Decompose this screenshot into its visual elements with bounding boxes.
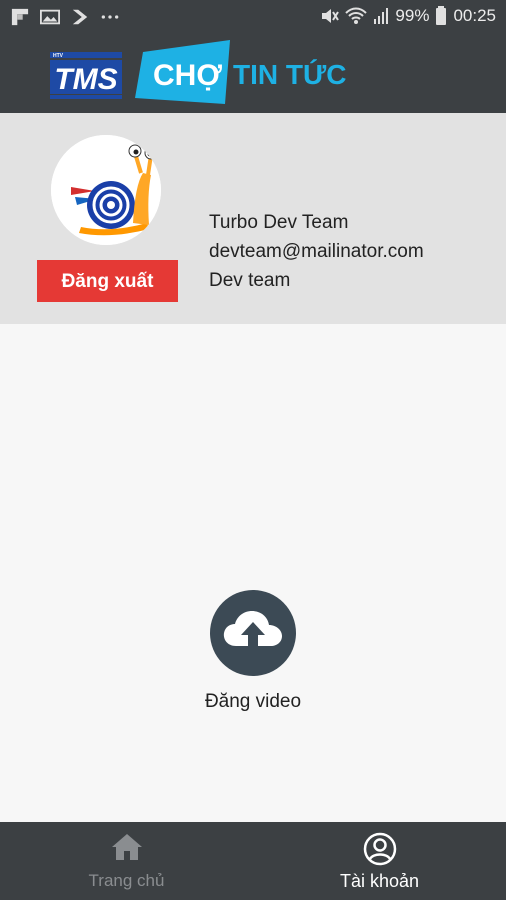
gallery-icon	[40, 9, 60, 25]
upload-circle[interactable]	[210, 590, 296, 676]
svg-text:TIN TỨC: TIN TỨC	[233, 59, 346, 90]
svg-text:CHỢ: CHỢ	[153, 59, 222, 92]
upload-video-label: Đăng video	[204, 691, 302, 712]
svg-text:HTV: HTV	[53, 53, 64, 59]
wifi-icon	[345, 7, 368, 24]
user-email: devteam@mailinator.com	[209, 241, 424, 262]
nav-account-label: Tài khoản	[339, 871, 420, 891]
flipboard-icon	[11, 8, 29, 26]
user-avatar[interactable]	[51, 135, 161, 245]
signal-icon	[374, 8, 389, 24]
logout-button[interactable]: Đăng xuất	[37, 260, 178, 302]
home-icon	[111, 834, 142, 860]
user-name: Turbo Dev Team	[209, 212, 349, 233]
svg-text:TMS: TMS	[54, 63, 117, 96]
bottom-navigation: Trang chủ Tài khoản	[0, 822, 506, 900]
mute-icon	[322, 9, 340, 23]
nav-home-label: Trang chủ	[88, 871, 165, 890]
upload-video-button[interactable]: Đăng video	[203, 590, 303, 712]
status-bar: 99% 00:25	[0, 0, 506, 36]
nav-home[interactable]: Trang chủ	[0, 822, 253, 900]
user-info: Turbo Dev Team devteam@mailinator.com De…	[209, 208, 424, 295]
check-icon	[72, 9, 88, 25]
snail-avatar	[51, 135, 161, 245]
battery-percent: 99%	[395, 6, 430, 25]
tms-logo: HTV TMS	[50, 52, 122, 99]
nav-account[interactable]: Tài khoản	[253, 822, 506, 900]
app-header: 99% 00:25 HTV TMS CHỢ TIN TỨC	[0, 0, 506, 113]
cho-tin-tuc-logo: CHỢ TIN TỨC	[135, 40, 346, 104]
account-icon	[363, 832, 396, 866]
clock: 00:25	[453, 6, 496, 25]
cloud-upload-icon	[223, 611, 282, 646]
battery-icon	[436, 6, 447, 25]
user-team: Dev team	[209, 270, 291, 291]
profile-section: Đăng xuất Turbo Dev Team devteam@mailina…	[0, 113, 506, 324]
more-dots-icon	[101, 15, 119, 19]
